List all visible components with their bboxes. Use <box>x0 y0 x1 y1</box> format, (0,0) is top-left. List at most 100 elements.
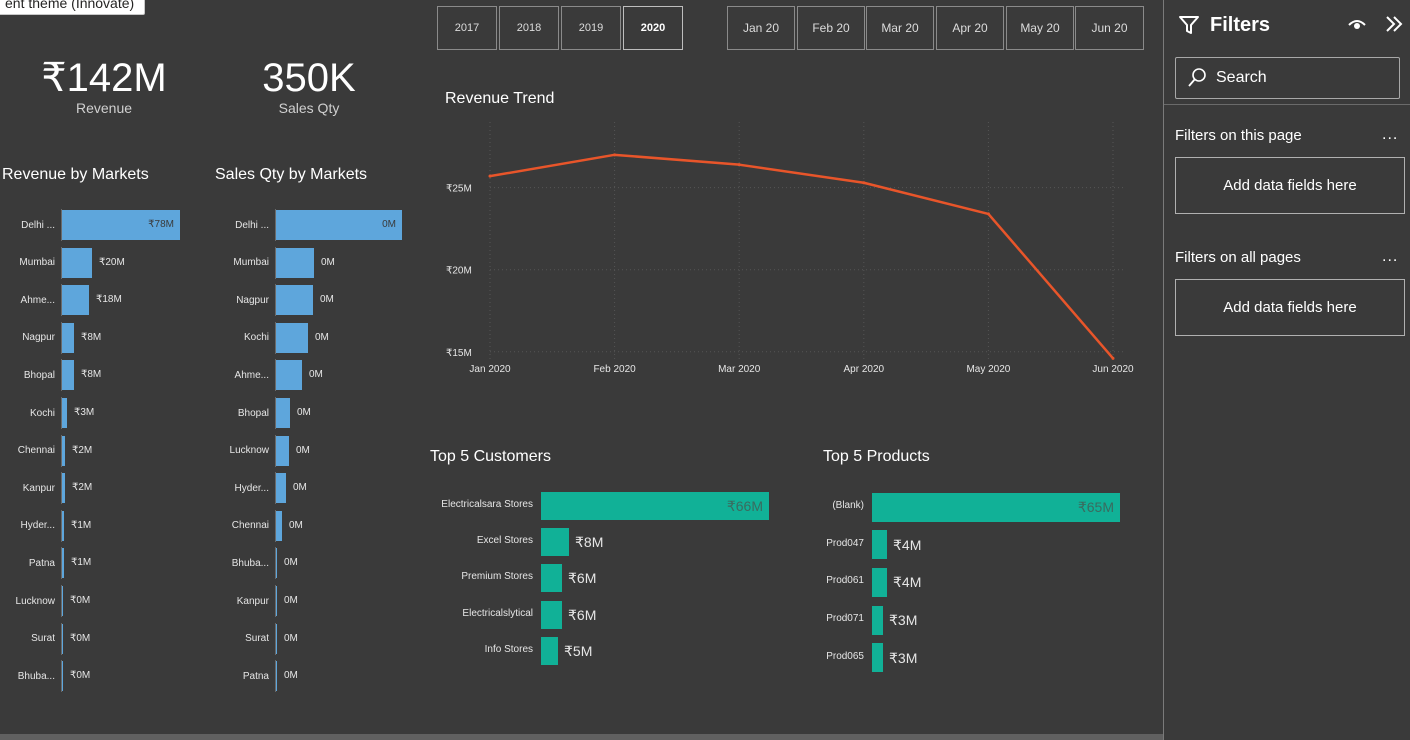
filters-search-input[interactable]: Search <box>1175 57 1400 99</box>
x-tick-label: Jan 2020 <box>469 364 511 375</box>
bar-data-label: ₹2M <box>72 444 93 456</box>
bar-category-label: Surat <box>31 633 55 645</box>
bar-data-label: 0M <box>293 482 307 494</box>
bar-category-label: Bhuba... <box>17 670 55 682</box>
bar-data-label: 0M <box>284 557 298 569</box>
filters-this-page-drop-zone[interactable]: Add data fields here <box>1175 157 1405 214</box>
bar-data-label: ₹3M <box>889 649 918 666</box>
theme-tooltip: ent theme (Innovate) <box>0 0 146 15</box>
bar-category-label: Hyder... <box>234 482 269 494</box>
bar-data-label: ₹0M <box>70 632 91 644</box>
revenue-trend-point[interactable] <box>488 174 492 178</box>
x-tick-label: Mar 2020 <box>718 364 761 375</box>
bar-category-label: Patna <box>242 670 269 682</box>
bar-data-label: ₹0M <box>70 595 91 606</box>
x-tick-label: Feb 2020 <box>593 364 636 375</box>
y-tick-label: ₹25M <box>446 184 472 195</box>
bar-category-label: Patna <box>28 557 55 569</box>
bar[interactable] <box>62 510 64 541</box>
bar-data-label: 0M <box>284 595 298 606</box>
bar[interactable] <box>276 661 277 692</box>
x-tick-label: Apr 2020 <box>844 364 885 375</box>
bar[interactable] <box>62 435 65 466</box>
bar[interactable] <box>541 564 562 593</box>
bar[interactable] <box>541 600 562 629</box>
filters-all-pages-title: Filters on all pages <box>1175 249 1301 266</box>
search-icon <box>1188 68 1206 87</box>
bar[interactable] <box>276 548 277 579</box>
filters-this-page-title: Filters on this page <box>1175 127 1302 144</box>
filters-pane-title: Filters <box>1210 14 1271 36</box>
bar-category-label: Prod071 <box>826 613 864 625</box>
bar-category-label: Bhopal <box>237 407 269 419</box>
collapse-pane-icon[interactable] <box>1384 15 1404 33</box>
bar-data-label: ₹0M <box>70 670 91 682</box>
bar[interactable] <box>276 398 290 428</box>
bar-category-label: Prod047 <box>826 537 864 549</box>
bar[interactable] <box>872 643 883 673</box>
bar-category-label: Info Stores <box>484 643 533 655</box>
bar-category-label: Excel Stores <box>476 535 533 547</box>
bar[interactable] <box>62 398 67 428</box>
bar-category-label: Hyder... <box>20 520 55 532</box>
filters-all-pages-drop-zone[interactable]: Add data fields here <box>1175 279 1405 336</box>
bar[interactable] <box>62 623 63 654</box>
filters-pane: Filters Search Filters on this page ... … <box>1163 0 1410 740</box>
bar-data-label: 0M <box>289 519 303 531</box>
bar-category-label: Lucknow <box>229 445 269 457</box>
bar-data-label: ₹3M <box>889 612 918 629</box>
bar[interactable] <box>276 510 282 541</box>
bar[interactable] <box>62 586 63 616</box>
bar[interactable] <box>276 586 277 616</box>
bar-data-label: ₹6M <box>568 606 597 623</box>
bar-data-label: ₹4M <box>893 574 922 591</box>
top-customers-title: Top 5 Customers <box>430 448 551 465</box>
bar-category-label: Electricalslytical <box>462 607 533 619</box>
revenue-trend-point[interactable] <box>1111 356 1115 360</box>
bar-data-label: 0M <box>296 444 310 456</box>
bar[interactable] <box>541 636 558 665</box>
bar-category-label: Chennai <box>17 445 55 457</box>
revenue-trend-point[interactable] <box>862 181 866 185</box>
y-tick-label: ₹20M <box>446 266 472 277</box>
bar-data-label: 0M <box>284 632 298 644</box>
revenue-trend-point[interactable] <box>613 153 617 157</box>
bar[interactable] <box>62 473 65 504</box>
bar-category-label: Chennai <box>231 520 269 532</box>
bar-data-label: 0M <box>284 670 298 682</box>
filters-all-pages-more-button[interactable]: ... <box>1382 248 1398 266</box>
eye-icon[interactable] <box>1347 17 1367 31</box>
filters-this-page-more-button[interactable]: ... <box>1382 126 1398 144</box>
revenue-trend-line[interactable] <box>489 153 1114 360</box>
bar[interactable] <box>62 548 64 579</box>
bar-category-label: Kanpur <box>236 595 269 607</box>
filters-pane-header: Filters <box>1164 0 1410 50</box>
revenue-trend-point[interactable] <box>986 212 990 216</box>
bar-category-label: Lucknow <box>15 595 55 607</box>
bar-data-label: ₹1M <box>71 557 92 569</box>
bar-data-label: ₹6M <box>568 570 597 587</box>
x-tick-label: Jun 2020 <box>1092 364 1134 375</box>
x-tick-label: May 2020 <box>966 364 1010 375</box>
bar-data-label: ₹2M <box>72 482 93 494</box>
bar-data-label: 0M <box>297 407 311 418</box>
bar[interactable] <box>62 661 63 692</box>
bar-data-label: ₹3M <box>74 407 95 418</box>
bar[interactable] <box>276 623 277 654</box>
bar-data-label: ₹5M <box>564 642 593 659</box>
bar-category-label: Prod061 <box>826 575 864 587</box>
bar-category-label: Surat <box>245 633 269 645</box>
bar-data-label: ₹4M <box>893 536 922 553</box>
report-canvas: 2017 2018 2019 2020 Jan 20 Feb 20 Mar 20 Apr 2… <box>0 0 1163 740</box>
bar[interactable] <box>872 530 887 560</box>
bar[interactable] <box>276 435 289 466</box>
bar[interactable] <box>872 605 883 635</box>
bar[interactable] <box>276 473 286 504</box>
revenue-trend-point[interactable] <box>737 163 741 167</box>
bar[interactable] <box>872 567 887 597</box>
bar[interactable] <box>541 528 569 557</box>
revenue-trend-chart[interactable]: ₹15M ₹20M ₹25M Jan 2020 Feb 2020 Mar 2020 Apr … <box>0 0 1163 400</box>
bar-category-label: (Blank) <box>832 500 864 511</box>
canvas-scrollbar[interactable] <box>0 734 1163 740</box>
bar-category-label: Kochi <box>29 407 55 419</box>
